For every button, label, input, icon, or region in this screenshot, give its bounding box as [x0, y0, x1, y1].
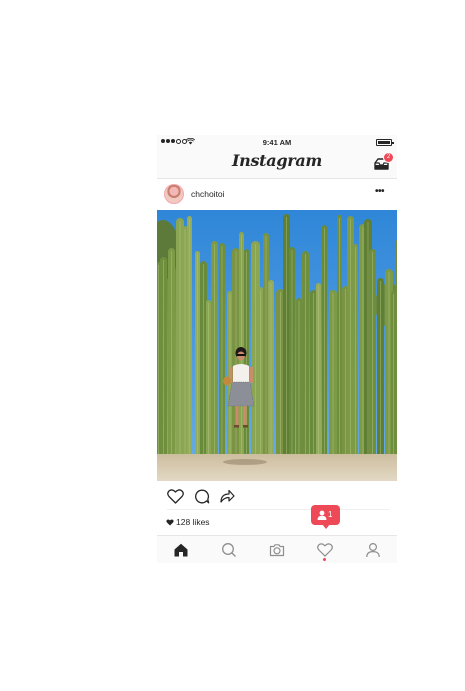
battery-icon	[376, 139, 394, 146]
likes-count[interactable]: 128 likes	[166, 517, 210, 527]
nav-bar: Instagram 2	[157, 149, 397, 179]
heart-icon[interactable]	[167, 489, 184, 504]
tab-bar	[157, 535, 397, 563]
likes-label: 128 likes	[176, 517, 210, 527]
post-photo[interactable]	[157, 210, 397, 481]
profile-icon[interactable]	[365, 542, 381, 558]
heart-icon[interactable]	[317, 542, 333, 558]
divider	[167, 509, 389, 510]
cactus-photo	[157, 210, 397, 481]
app-logo: Instagram	[231, 151, 323, 170]
status-bar: 9:41 AM	[157, 135, 397, 149]
status-time: 9:41 AM	[262, 137, 292, 147]
phone-screen: 9:41 AM Instagram 2 chchoitoi ••• 128 li…	[157, 135, 397, 563]
cactus-column	[396, 239, 397, 460]
post-actions	[157, 481, 397, 509]
post-header: chchoitoi •••	[157, 179, 397, 210]
activity-notification-bubble[interactable]: 1	[311, 505, 340, 529]
person-icon	[317, 510, 327, 520]
inbox-badge: 2	[383, 152, 394, 163]
share-icon[interactable]	[219, 488, 235, 504]
heart-filled-icon	[166, 518, 174, 526]
activity-dot	[323, 558, 326, 561]
search-icon[interactable]	[221, 542, 237, 558]
comment-icon[interactable]	[194, 489, 210, 504]
home-icon[interactable]	[173, 542, 189, 558]
avatar[interactable]	[164, 184, 184, 204]
notification-count: 1	[328, 510, 333, 519]
camera-icon[interactable]	[269, 542, 285, 558]
more-options-button[interactable]: •••	[375, 186, 385, 197]
post-username[interactable]: chchoitoi	[191, 189, 225, 199]
